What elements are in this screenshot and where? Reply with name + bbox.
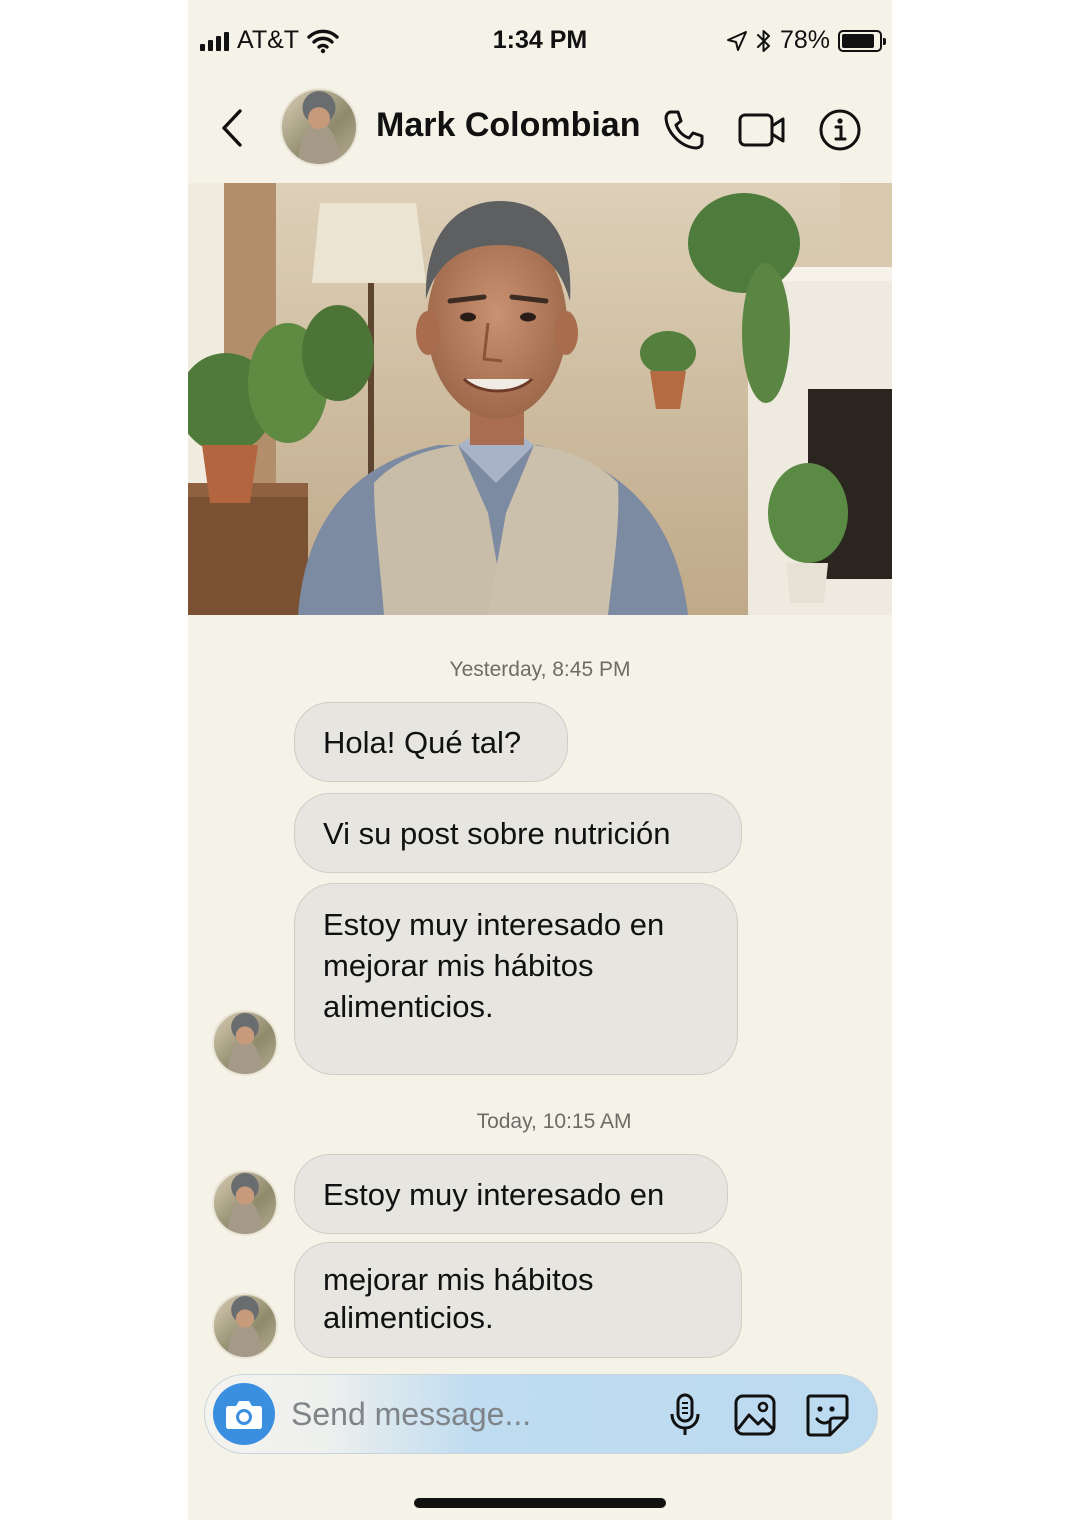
sender-avatar[interactable] — [212, 1010, 278, 1076]
video-call-button[interactable] — [736, 104, 788, 156]
battery-icon — [838, 29, 886, 52]
back-button[interactable] — [212, 104, 252, 152]
battery-cap — [883, 37, 886, 45]
message-bubble[interactable]: Estoy muy interesado en — [294, 1154, 728, 1234]
microphone-icon — [670, 1393, 700, 1435]
contact-profile-photo[interactable] — [188, 183, 892, 615]
message-timestamp: Today, 10:15 AM — [476, 1110, 632, 1133]
camera-icon — [226, 1401, 262, 1429]
camera-button[interactable] — [213, 1383, 275, 1445]
sender-avatar[interactable] — [212, 1293, 278, 1359]
info-button[interactable] — [814, 104, 866, 156]
image-icon — [734, 1394, 776, 1436]
status-bar: AT&T 1:34 PM 78% — [188, 0, 892, 80]
message-composer — [204, 1374, 878, 1454]
profile-photo-illustration — [188, 183, 892, 615]
home-indicator[interactable] — [414, 1498, 666, 1508]
contact-avatar[interactable] — [280, 88, 358, 166]
sticker-icon — [806, 1394, 849, 1437]
message-bubble[interactable]: Estoy muy interesado en mejorar mis hábi… — [294, 883, 738, 1075]
phone-icon — [664, 110, 704, 150]
message-bubble[interactable]: Vi su post sobre nutrición — [294, 793, 742, 873]
contact-name[interactable]: Mark Colombian — [376, 106, 640, 145]
location-icon — [726, 30, 747, 51]
video-camera-icon — [738, 113, 785, 147]
battery-percent: 78% — [779, 26, 830, 54]
info-icon — [819, 109, 861, 151]
conversation-header: Mark Colombian — [188, 80, 892, 182]
voice-message-button[interactable] — [659, 1389, 711, 1441]
message-bubble[interactable]: Hola! Qué tal? — [294, 702, 568, 782]
gallery-button[interactable] — [729, 1389, 781, 1441]
sender-avatar[interactable] — [212, 1170, 278, 1236]
sticker-button[interactable] — [801, 1389, 853, 1441]
status-right: 78% — [726, 26, 886, 55]
message-bubble[interactable]: mejorar mis hábitos alimenticios. — [294, 1242, 742, 1358]
chat-screen: AT&T 1:34 PM 78% Mark Colombian Yesterda… — [188, 0, 892, 1520]
message-input[interactable] — [291, 1385, 641, 1443]
bluetooth-icon — [756, 29, 770, 52]
back-chevron-icon — [222, 109, 242, 147]
message-timestamp: Yesterday, 8:45 PM — [449, 658, 631, 681]
voice-call-button[interactable] — [658, 104, 710, 156]
battery-fill — [842, 33, 875, 48]
